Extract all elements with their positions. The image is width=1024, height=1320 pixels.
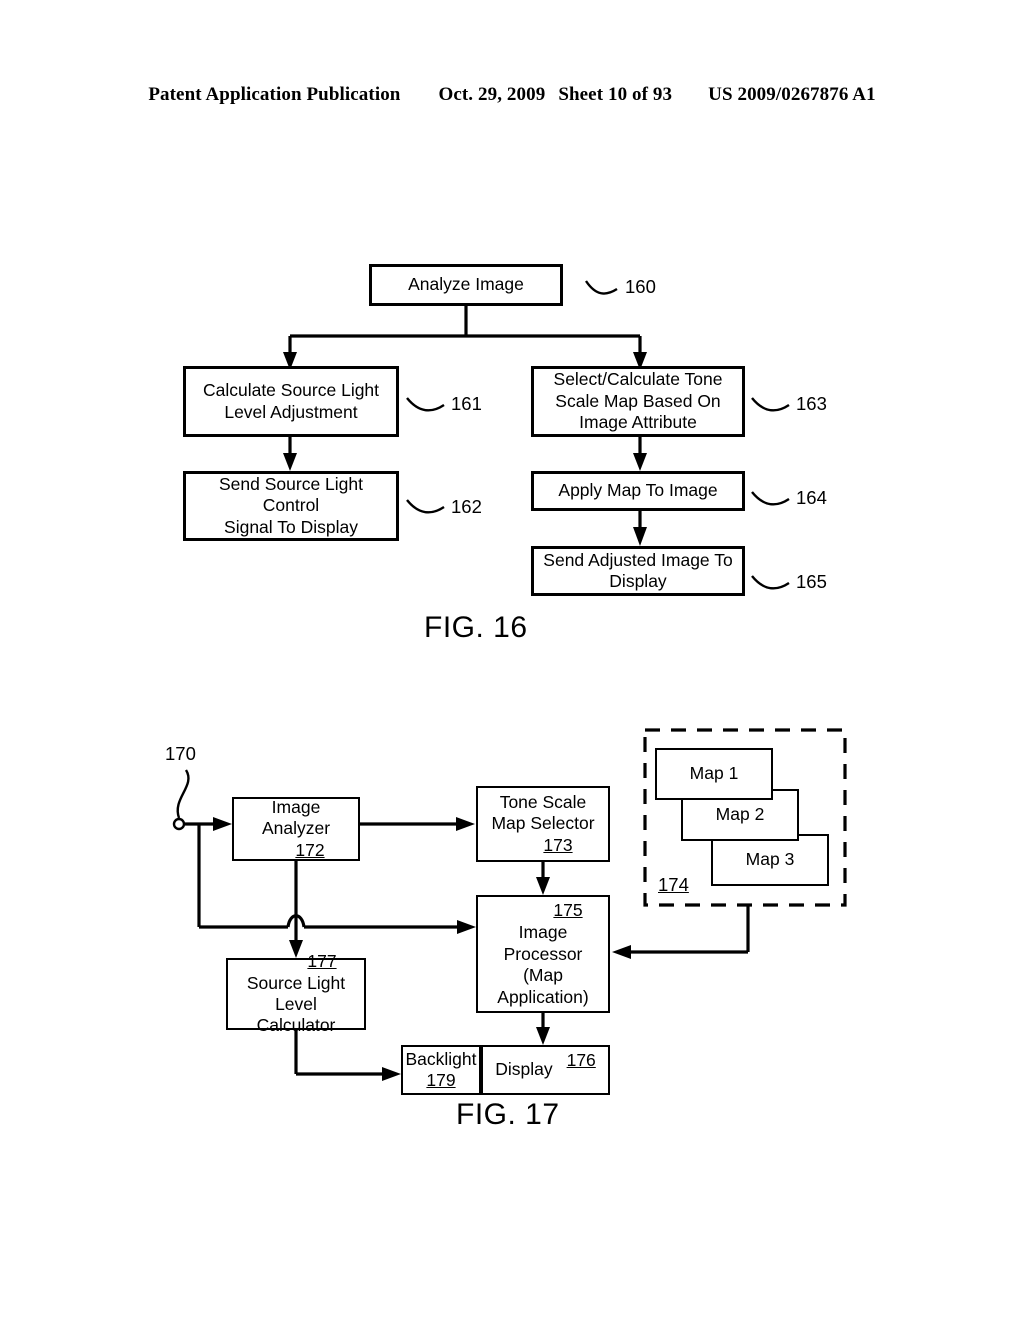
- map-item-1[interactable]: Map 1: [655, 748, 773, 800]
- map-item-3-label: Map 3: [745, 849, 795, 870]
- block-backlight-label: Backlight: [405, 1048, 477, 1069]
- map-item-3[interactable]: Map 3: [711, 834, 829, 886]
- reference-numeral-177: 177: [307, 951, 337, 972]
- reference-numeral-172: 172: [295, 839, 325, 860]
- block-display-label: Display: [495, 1059, 553, 1080]
- block-image-processor[interactable]: 175 Image Processor (Map Application): [476, 895, 610, 1013]
- map-item-2-label: Map 2: [715, 804, 765, 825]
- block-image-analyzer[interactable]: Image Analyzer 172: [232, 797, 360, 861]
- block-display[interactable]: Display 176: [481, 1045, 610, 1095]
- reference-numeral-176: 176: [566, 1050, 596, 1070]
- block-source-light-level-calculator-label: Source Light Level Calculator: [246, 972, 346, 1036]
- figure-17: 170 Image Analyzer 172 Tone Scale Map Sel…: [0, 0, 1024, 1320]
- block-image-processor-label: Image Processor (Map Application): [497, 922, 589, 1007]
- block-image-analyzer-label: Image Analyzer: [261, 796, 331, 839]
- block-backlight[interactable]: Backlight 179: [401, 1045, 481, 1095]
- block-tone-scale-map-selector[interactable]: Tone Scale Map Selector 173: [476, 786, 610, 862]
- reference-numeral-174: 174: [658, 874, 689, 895]
- block-tone-scale-map-selector-label: Tone Scale Map Selector: [491, 791, 595, 834]
- block-source-light-level-calculator[interactable]: 177 Source Light Level Calculator: [226, 951, 366, 1035]
- patent-page: Patent Application Publication Oct. 29, 2…: [0, 0, 1024, 1320]
- reference-numeral-175: 175: [553, 900, 583, 921]
- map-item-1-label: Map 1: [689, 763, 739, 784]
- reference-numeral-170: 170: [165, 743, 196, 764]
- figure-17-caption: FIG. 17: [456, 1098, 560, 1131]
- reference-numeral-179: 179: [426, 1070, 456, 1090]
- reference-numeral-173: 173: [543, 834, 573, 855]
